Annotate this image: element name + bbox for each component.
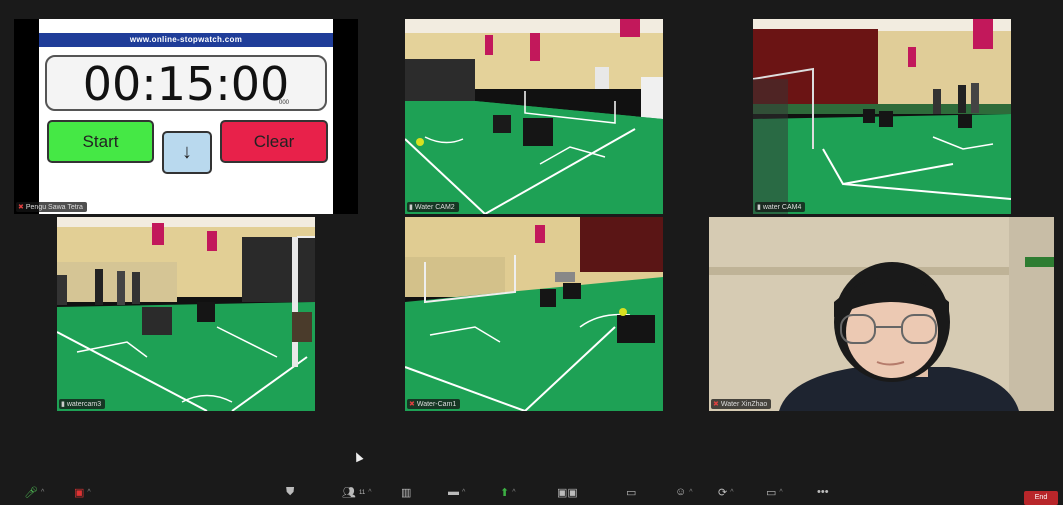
bar-chart-icon: ▥ — [401, 487, 412, 499]
camera-feed — [405, 217, 663, 411]
camera-feed — [753, 19, 1011, 214]
video-tile-water-cam1[interactable]: ✖ Water-Cam1 — [405, 217, 663, 411]
camera-feed — [57, 217, 315, 411]
participant-name-tag: ▮ water CAM4 — [755, 202, 806, 212]
polls-button[interactable]: ▥ — [401, 486, 411, 499]
video-tile-water-cam2[interactable]: ▮ Water CAM2 — [405, 19, 663, 214]
chevron-up-icon[interactable]: ^ — [368, 489, 371, 496]
stopwatch-milliseconds: 000 — [278, 100, 289, 106]
apps-button[interactable]: ⟳ ^ — [718, 486, 734, 499]
whiteboard-button[interactable]: ▭ ^ — [766, 486, 783, 499]
share-screen-button[interactable]: ⬆ ^ — [500, 486, 516, 499]
video-icon: ▮ — [757, 204, 761, 211]
end-meeting-button[interactable]: End — [1024, 491, 1058, 505]
participants-count: 11 — [358, 489, 366, 496]
camera-feed — [709, 217, 1054, 411]
participant-name-tag: ▮ watercam3 — [59, 399, 106, 409]
microphone-icon: 🎤︎ — [24, 487, 38, 499]
chevron-up-icon[interactable]: ^ — [779, 489, 782, 496]
video-tile-water-cam4[interactable]: ▮ water CAM4 — [753, 19, 1011, 214]
apps-icon: ⟳ — [718, 487, 728, 499]
muted-mic-icon: ✖ — [18, 204, 24, 211]
stopwatch-countdown-button[interactable]: ↓ — [162, 131, 212, 174]
stopwatch-start-button[interactable]: Start — [47, 120, 154, 163]
participant-name-tag: ▮ Water CAM2 — [407, 202, 459, 212]
chevron-up-icon[interactable]: ^ — [87, 489, 90, 496]
chevron-up-icon[interactable]: ^ — [689, 489, 692, 496]
stopwatch-page: www.online-stopwatch.com 00:15:00 000 St… — [39, 19, 333, 214]
chat-bubble-icon: ▬ — [448, 486, 459, 498]
participants-button[interactable]: 👥︎ 11 ^ — [342, 486, 372, 499]
video-camera-off-icon: ▣ — [74, 487, 85, 499]
meeting-toolbar: 🎤︎ ^ ▣ ^ ⛊ 👥︎ 11 ^ ▥ ▬ ^ ⬆ ^ ▣▣ ▭ ☺ ^ ⟳ ^ ▭ ^ ••• — [0, 480, 1063, 505]
record-button[interactable]: ▣▣ — [557, 486, 578, 499]
closed-caption-button[interactable]: ▭ — [626, 486, 636, 499]
video-tile-stopwatch[interactable]: www.online-stopwatch.com 00:15:00 000 St… — [14, 19, 358, 214]
chevron-up-icon[interactable]: ^ — [512, 489, 515, 496]
video-icon: ▮ — [409, 204, 413, 211]
more-button[interactable]: ••• — [817, 486, 829, 498]
video-tile-water-xinzhao[interactable]: ✖ Water XinZhao — [709, 217, 1054, 411]
participants-icon: 👥︎ — [342, 487, 356, 499]
security-button[interactable]: ⛊ — [286, 486, 294, 499]
record-icon: ▣▣ — [557, 487, 578, 499]
whiteboard-icon: ▭ — [766, 487, 777, 499]
video-tile-watercam3[interactable]: ▮ watercam3 — [57, 217, 315, 411]
stopwatch-site-banner: www.online-stopwatch.com — [39, 33, 333, 47]
video-button[interactable]: ▣ ^ — [74, 486, 91, 499]
muted-mic-icon: ✖ — [713, 401, 719, 408]
stopwatch-clear-button[interactable]: Clear — [220, 120, 328, 163]
chevron-up-icon[interactable]: ^ — [462, 489, 465, 496]
participant-name-tag: ✖ Water-Cam1 — [407, 399, 461, 409]
reactions-button[interactable]: ☺ ^ — [675, 486, 693, 498]
share-screen-icon: ⬆ — [500, 487, 510, 499]
mute-button[interactable]: 🎤︎ ^ — [24, 486, 44, 499]
closed-caption-icon: ▭ — [626, 487, 637, 499]
camera-feed — [405, 19, 663, 214]
participant-name-tag: ✖ Water XinZhao — [711, 399, 772, 409]
participant-name-tag: ✖ Pengu Sawa Tetra — [16, 202, 87, 212]
stopwatch-display: 00:15:00 000 — [45, 55, 327, 111]
chevron-up-icon[interactable]: ^ — [41, 489, 44, 496]
muted-mic-icon: ✖ — [409, 401, 415, 408]
mouse-cursor — [352, 450, 364, 463]
video-icon: ▮ — [61, 401, 65, 408]
chat-button[interactable]: ▬ ^ — [448, 486, 465, 498]
smiley-icon: ☺ — [675, 486, 687, 498]
more-dots-icon: ••• — [817, 486, 829, 498]
chevron-up-icon[interactable]: ^ — [730, 489, 733, 496]
shield-icon: ⛊ — [286, 486, 295, 498]
